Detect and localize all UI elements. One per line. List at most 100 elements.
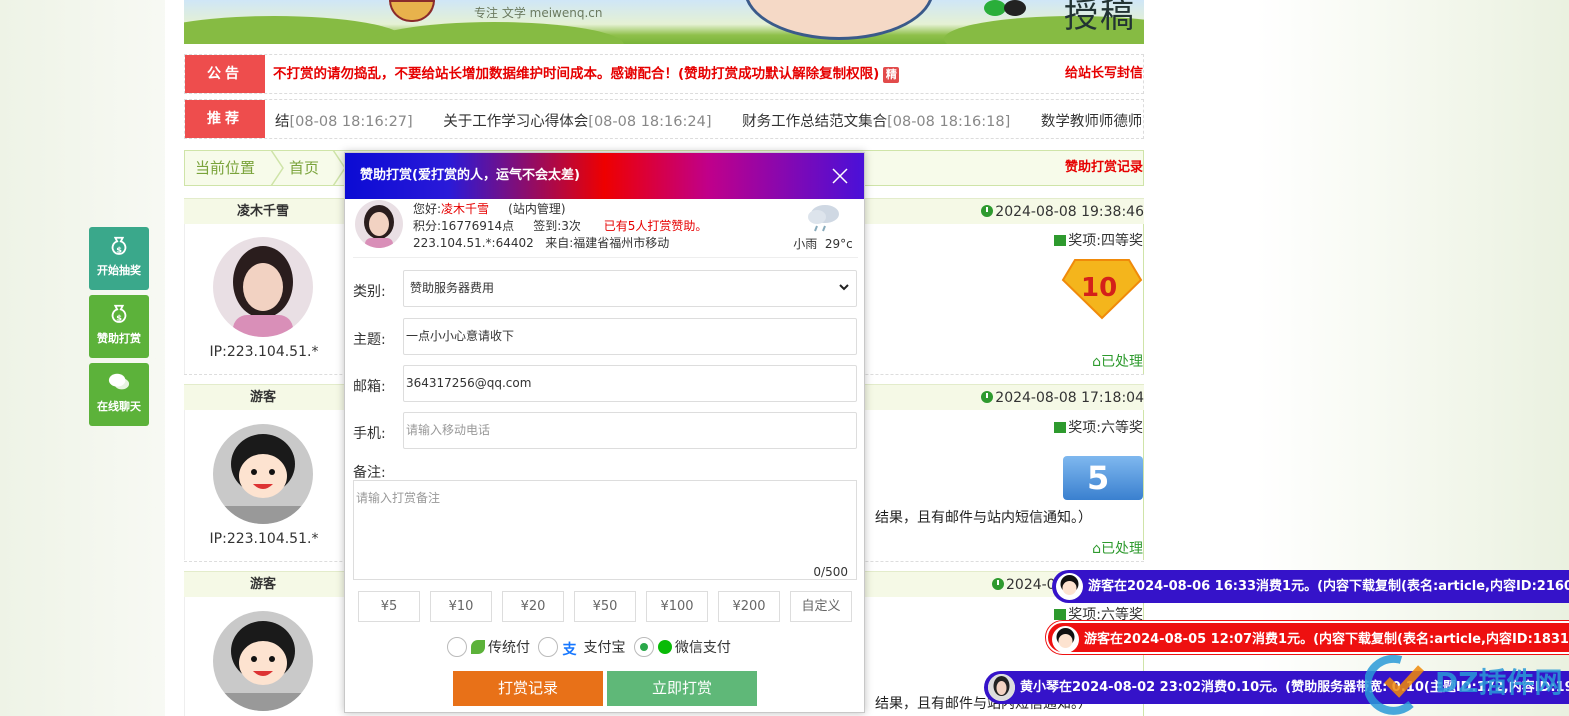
payment-alipay-radio[interactable] [538, 637, 559, 657]
record-prize: 奖项:六等奖 [1054, 417, 1143, 437]
record-ip: IP:223.104.51.* [209, 344, 319, 360]
wechat-pay-icon [657, 640, 672, 654]
prize-badge-5: 5 [1063, 456, 1143, 500]
qq-icon [1004, 0, 1026, 16]
payment-label: 微信支付 [674, 640, 731, 656]
amount-100-button[interactable]: ¥100 [646, 591, 708, 622]
donate-now-button[interactable]: 立即打赏 [607, 671, 757, 706]
amount-50-button[interactable]: ¥50 [574, 591, 636, 622]
record-status: ⌂已处理 [1092, 354, 1143, 370]
record-time: 2024-08-08 19:38:46 [981, 199, 1144, 225]
category-label: 类别: [353, 284, 386, 300]
recommend-item[interactable]: 关于工作学习心得体会[08-08 18:16:24] [443, 114, 711, 130]
moneybag-icon: ⌂ [1092, 541, 1101, 557]
user-info: 您好:凌木千雪 (站内管理) 积分:16776914点 签到:3次 已有5人打赏… [353, 200, 858, 258]
payment-traditional-radio[interactable] [447, 637, 467, 657]
modal-title: 赞助打赏(爱打赏的人，运气不会太差) [360, 168, 580, 183]
payment-label: 传统付 [488, 640, 530, 656]
chat-icon [108, 373, 130, 390]
leaf-icon [471, 640, 485, 654]
avatar [988, 674, 1015, 701]
banner-brand: 授稿学程 [1064, 0, 1136, 36]
moneybag-icon: $ [111, 236, 127, 255]
record-username: 游客 [249, 577, 276, 592]
clock-icon [981, 205, 994, 217]
activity-toast[interactable]: 游客在2024-08-06 16:33消费1元。(内容下载复制(表名:artic… [1052, 570, 1569, 603]
avatar [213, 611, 313, 711]
phone-input[interactable]: 请输入移动电话 [403, 412, 857, 449]
banner-slogan: 专注 文学 meiwenq.cn [474, 6, 603, 20]
side-button-label: 赞助打赏 [97, 332, 141, 345]
record-username: 凌木千雪 [236, 204, 289, 219]
category-select[interactable]: 赞助服务器费用 [403, 270, 857, 307]
moneybag-icon: $ [111, 304, 127, 323]
donation-records-link[interactable]: 赞助打赏记录 [1065, 151, 1143, 185]
gift-icon [1054, 422, 1067, 433]
cloud-rain-icon [808, 205, 839, 232]
svg-text:$: $ [116, 244, 122, 254]
recommend-tag: 推荐 [185, 100, 265, 138]
payment-wechat-radio[interactable] [633, 637, 654, 657]
breadcrumb-separator-icon [270, 150, 284, 186]
breadcrumb-home-link[interactable]: 首页 [289, 151, 319, 185]
recommend-item[interactable]: 财务工作总结范文集合[08-08 18:16:18] [742, 114, 1010, 130]
record-username: 游客 [249, 390, 276, 405]
subject-label: 主题: [353, 332, 386, 348]
username-link[interactable]: 凌木千雪 [441, 202, 489, 216]
side-button-label: 开始抽奖 [97, 264, 141, 277]
banner-illustration [744, 0, 934, 40]
recommend-bar: 推荐 结[08-08 18:16:27] 关于工作学习心得体会[08-08 18… [184, 99, 1144, 139]
note-textarea[interactable]: 请输入打赏备注 0/500 [353, 480, 857, 580]
note-counter: 0/500 [813, 565, 848, 579]
modal-header: 赞助打赏(爱打赏的人，运气不会太差) [345, 153, 864, 199]
notice-message[interactable]: 不打赏的请勿捣乱，不要给站长增加数据维护时间成本。感谢配合！(赞助打赏成功默认解… [273, 66, 879, 82]
amount-200-button[interactable]: ¥200 [718, 591, 780, 622]
moneybag-icon: ⌂ [1092, 354, 1101, 370]
featured-badge: 精 [883, 67, 900, 83]
record-ip: IP:223.104.51.* [209, 531, 319, 547]
phone-label: 手机: [353, 426, 386, 442]
email-field[interactable]: 364317256@qq.com [403, 365, 857, 402]
alipay-icon: 支 [562, 642, 577, 658]
avatar [1056, 573, 1083, 600]
start-lottery-button[interactable]: $ 开始抽奖 [89, 227, 149, 290]
recommend-list: 结[08-08 18:16:27] 关于工作学习心得体会[08-08 18:16… [275, 100, 1141, 144]
gift-icon [1054, 609, 1067, 620]
clock-icon [981, 391, 994, 403]
donation-modal: 赞助打赏(爱打赏的人，运气不会太差) 您好:凌木千雪 (站内管理) 积分:167… [344, 152, 865, 713]
payment-label: 支付宝 [583, 640, 626, 656]
amount-custom-button[interactable]: 自定义 [790, 591, 852, 622]
note-label: 备注: [353, 465, 386, 481]
recommend-item[interactable]: 结[08-08 18:16:27] [275, 114, 413, 130]
clock-icon [992, 578, 1004, 590]
record-time: 2024-08-08 17:18:04 [981, 385, 1144, 411]
svg-text:10: 10 [1081, 273, 1117, 303]
email-label: 邮箱: [353, 379, 386, 395]
donation-records-button[interactable]: 打赏记录 [453, 671, 603, 706]
header-banner: 专注 文学 meiwenq.cn 授稿学程 [184, 0, 1144, 44]
avatar [213, 424, 313, 524]
amount-5-button[interactable]: ¥5 [358, 591, 420, 622]
avatar [213, 237, 313, 337]
amount-20-button[interactable]: ¥20 [502, 591, 564, 622]
subject-input[interactable]: 一点小小心意请收下 [403, 318, 857, 355]
user-location-line: 223.104.51.*:64402 来自:福建省福州市移动 [413, 236, 670, 250]
notice-text[interactable]: 不打赏的请勿捣乱，不要给站长增加数据维护时间成本。感谢配合！(赞助打赏成功默认解… [273, 55, 900, 93]
close-icon[interactable] [830, 166, 850, 186]
amount-10-button[interactable]: ¥10 [430, 591, 492, 622]
breadcrumb-current-label: 当前位置 [195, 159, 256, 177]
prize-badge-10: 10 [1061, 259, 1143, 320]
recommend-item[interactable]: 数学教师师德师风 [1041, 114, 1141, 130]
record-prize: 奖项:四等奖 [1054, 230, 1143, 250]
site-watermark-logo: DZ插件网 [1365, 654, 1563, 715]
donate-button[interactable]: $ 赞助打赏 [89, 295, 149, 358]
weather-widget: 小雨 29°c [788, 200, 858, 256]
online-chat-button[interactable]: 在线聊天 [89, 363, 149, 426]
user-stats-line: 积分:16776914点 签到:3次 已有5人打赏赞助。 [413, 219, 708, 233]
write-to-admin-link[interactable]: 给站长写封信 [1065, 55, 1143, 93]
note-placeholder: 请输入打赏备注 [356, 491, 441, 505]
avatar [355, 200, 403, 248]
notice-bar: 公告 不打赏的请勿捣乱，不要给站长增加数据维护时间成本。感谢配合！(赞助打赏成功… [184, 54, 1144, 94]
chevron-down-icon [839, 284, 849, 291]
payment-methods: 传统付 支支付宝 微信支付 [447, 637, 731, 658]
